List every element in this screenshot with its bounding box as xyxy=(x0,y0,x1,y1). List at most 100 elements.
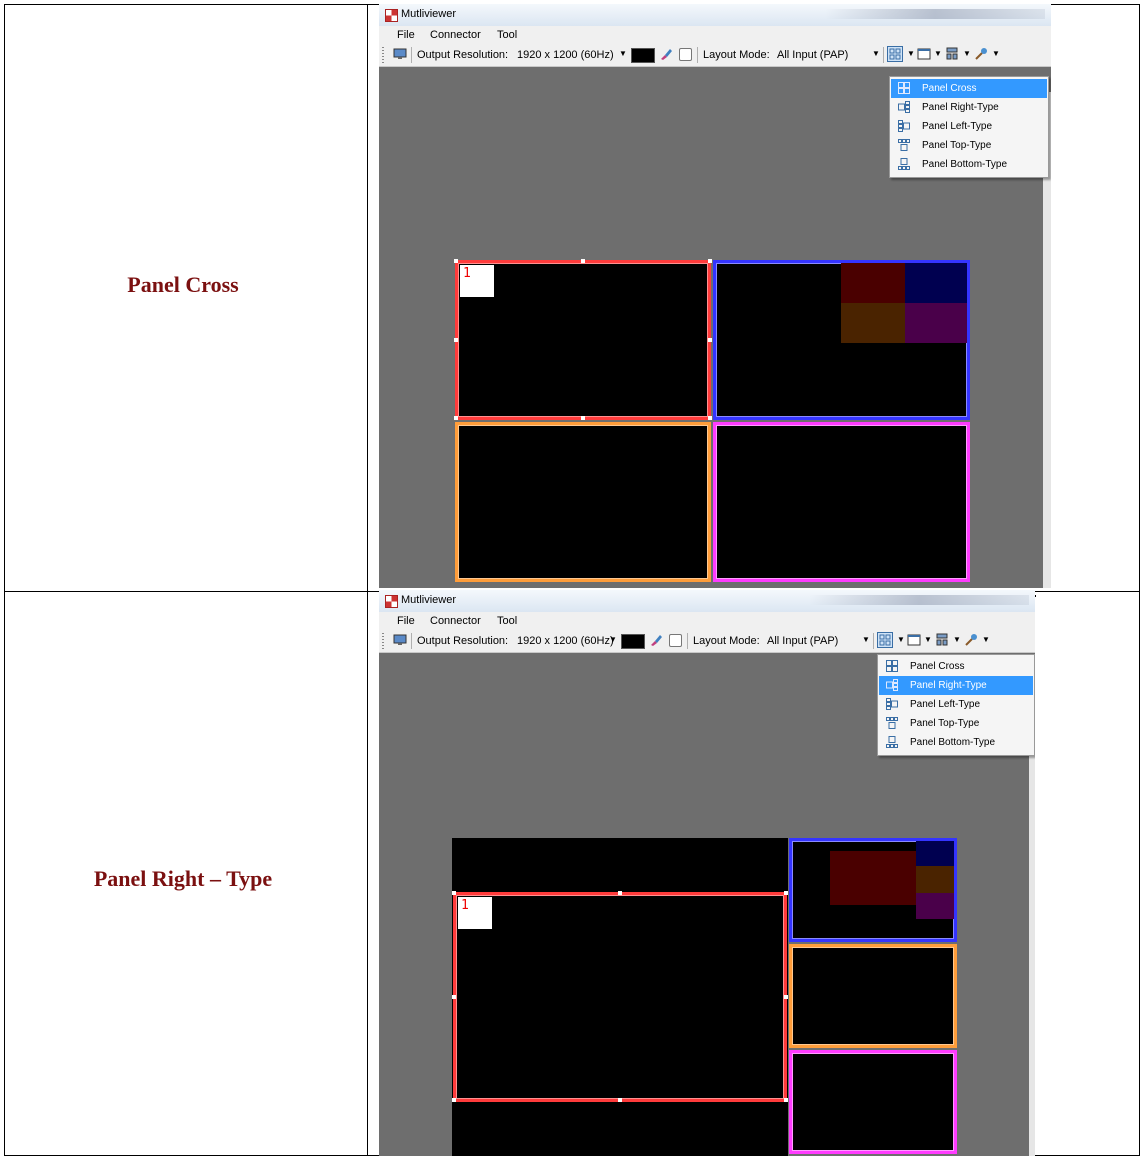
window-title: Mutliviewer xyxy=(401,594,457,606)
monitor-icon[interactable] xyxy=(393,47,407,61)
panel-number: 1 xyxy=(460,265,494,297)
video-panel-2[interactable] xyxy=(713,260,970,420)
resize-handle[interactable] xyxy=(784,1098,788,1102)
panel-number: 1 xyxy=(458,897,492,929)
video-panel-2[interactable] xyxy=(789,838,957,942)
resize-handle[interactable] xyxy=(454,338,458,342)
chevron-down-icon[interactable]: ▼ xyxy=(982,635,990,644)
menu-tool[interactable]: Tool xyxy=(497,29,517,41)
chevron-down-icon[interactable]: ▼ xyxy=(907,49,915,58)
color-picker-icon[interactable] xyxy=(649,633,663,647)
preview-tile-magenta xyxy=(916,893,954,919)
menu-item-panel-top-type[interactable]: Panel Top-Type xyxy=(891,136,1047,155)
output-resolution-select[interactable]: 1920 x 1200 (60Hz) xyxy=(517,635,614,647)
panel-grid-icon[interactable] xyxy=(887,46,903,62)
preview-tile-blue xyxy=(916,841,954,866)
checkbox[interactable] xyxy=(669,634,682,647)
menu-tool[interactable]: Tool xyxy=(497,615,517,627)
resize-handle[interactable] xyxy=(452,891,456,895)
chevron-down-icon[interactable]: ▼ xyxy=(953,635,961,644)
layout-icon[interactable] xyxy=(935,633,949,647)
menu-item-label: Panel Left-Type xyxy=(922,121,993,132)
menu-item-panel-cross[interactable]: Panel Cross xyxy=(879,657,1033,676)
chevron-down-icon[interactable]: ▼ xyxy=(862,635,870,644)
video-panel-3[interactable] xyxy=(455,422,711,582)
tools-icon[interactable] xyxy=(964,633,978,647)
menubar: File Connector Tool xyxy=(379,26,1051,44)
toolbar-separator xyxy=(873,633,874,649)
toolbar-grip xyxy=(382,47,384,63)
window-icon[interactable] xyxy=(907,633,921,647)
output-resolution-select[interactable]: 1920 x 1200 (60Hz) xyxy=(517,49,614,61)
window-titlebar: Mutliviewer xyxy=(379,590,1035,612)
toolbar-separator xyxy=(883,47,884,63)
resize-handle[interactable] xyxy=(581,259,585,263)
menu-item-panel-right-type[interactable]: Panel Right-Type xyxy=(879,676,1033,695)
layout-mode-label: Layout Mode: xyxy=(703,49,770,61)
resize-handle[interactable] xyxy=(454,259,458,263)
video-panel-4[interactable] xyxy=(713,422,970,582)
menu-item-panel-right-type[interactable]: Panel Right-Type xyxy=(891,98,1047,117)
chevron-down-icon[interactable]: ▼ xyxy=(609,635,617,644)
menu-item-panel-left-type[interactable]: Panel Left-Type xyxy=(879,695,1033,714)
monitor-icon[interactable] xyxy=(393,633,407,647)
panel-right-type-icon xyxy=(898,101,910,113)
window-title: Mutliviewer xyxy=(401,8,457,20)
resize-handle[interactable] xyxy=(708,338,712,342)
video-panel-1[interactable]: 1 xyxy=(455,260,711,420)
layout-mode-select[interactable]: All Input (PAP) xyxy=(767,635,838,647)
resize-handle[interactable] xyxy=(784,891,788,895)
resize-handle[interactable] xyxy=(708,259,712,263)
resize-handle[interactable] xyxy=(452,1098,456,1102)
resize-handle[interactable] xyxy=(708,416,712,420)
menu-item-panel-cross[interactable]: Panel Cross xyxy=(891,79,1047,98)
resize-handle[interactable] xyxy=(452,995,456,999)
video-panel-1[interactable]: 1 xyxy=(453,892,787,1102)
menu-item-label: Panel Top-Type xyxy=(922,140,992,151)
resize-handle[interactable] xyxy=(618,1098,622,1102)
layout-icon[interactable] xyxy=(945,47,959,61)
column-divider xyxy=(1035,595,1036,597)
resize-handle[interactable] xyxy=(454,416,458,420)
color-swatch[interactable] xyxy=(621,634,645,649)
chevron-down-icon[interactable]: ▼ xyxy=(934,49,942,58)
resize-handle[interactable] xyxy=(581,416,585,420)
toolbar-grip xyxy=(382,633,384,649)
color-picker-icon[interactable] xyxy=(659,47,673,61)
menu-item-label: Panel Cross xyxy=(922,83,977,94)
menu-item-panel-top-type[interactable]: Panel Top-Type xyxy=(879,714,1033,733)
chevron-down-icon[interactable]: ▼ xyxy=(963,49,971,58)
window-icon[interactable] xyxy=(917,47,931,61)
panel-bottom-type-icon xyxy=(886,736,898,748)
video-panel-4[interactable] xyxy=(789,1050,957,1154)
menu-item-panel-left-type[interactable]: Panel Left-Type xyxy=(891,117,1047,136)
menu-connector[interactable]: Connector xyxy=(430,615,481,627)
chevron-down-icon[interactable]: ▼ xyxy=(872,49,880,58)
checkbox[interactable] xyxy=(679,48,692,61)
resize-handle[interactable] xyxy=(618,891,622,895)
tools-icon[interactable] xyxy=(974,47,988,61)
chevron-down-icon[interactable]: ▼ xyxy=(619,49,627,58)
row-label-panel-cross: Panel Cross xyxy=(127,272,239,297)
layout-mode-label: Layout Mode: xyxy=(693,635,760,647)
layout-mode-select[interactable]: All Input (PAP) xyxy=(777,49,848,61)
panel-top-type-icon xyxy=(886,717,898,729)
chevron-down-icon[interactable]: ▼ xyxy=(924,635,932,644)
chevron-down-icon[interactable]: ▼ xyxy=(992,49,1000,58)
screenshot-panel-cross: Mutliviewer File Connector Tool Output R… xyxy=(379,4,1051,588)
menu-file[interactable]: File xyxy=(397,29,415,41)
color-swatch[interactable] xyxy=(631,48,655,63)
resize-handle[interactable] xyxy=(784,995,788,999)
panel-left-type-icon xyxy=(898,120,910,132)
menu-item-label: Panel Right-Type xyxy=(922,102,999,113)
menu-item-panel-bottom-type[interactable]: Panel Bottom-Type xyxy=(879,733,1033,752)
app-icon xyxy=(385,9,398,22)
menu-item-panel-bottom-type[interactable]: Panel Bottom-Type xyxy=(891,155,1047,174)
panel-grid-icon[interactable] xyxy=(877,632,893,648)
toolbar-separator xyxy=(411,633,412,649)
menu-file[interactable]: File xyxy=(397,615,415,627)
output-resolution-label: Output Resolution: xyxy=(417,49,509,61)
chevron-down-icon[interactable]: ▼ xyxy=(897,635,905,644)
video-panel-3[interactable] xyxy=(789,944,957,1048)
menu-connector[interactable]: Connector xyxy=(430,29,481,41)
